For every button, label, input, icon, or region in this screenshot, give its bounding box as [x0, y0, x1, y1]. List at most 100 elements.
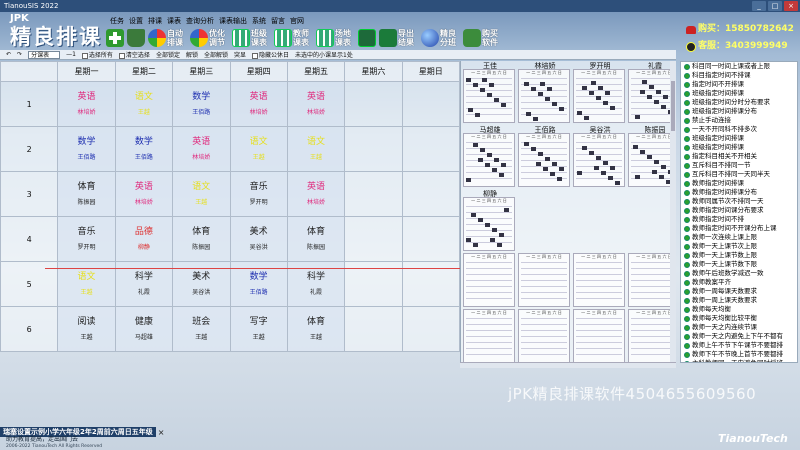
- horizontal-scrollbar[interactable]: [460, 362, 676, 368]
- rule-item[interactable]: 教师每天均衡: [681, 305, 797, 314]
- teacher-mini-schedule[interactable]: 一 二 三 四 五 六 日: [628, 253, 676, 307]
- rule-item[interactable]: 教师一天上课节数上限: [681, 251, 797, 260]
- scroll-thumb[interactable]: [671, 81, 675, 131]
- table-type-dropdown[interactable]: 分课表: [28, 50, 61, 59]
- schedule-cell[interactable]: 英语 林培娇: [172, 126, 231, 172]
- select-all-option[interactable]: 选择所有: [81, 50, 113, 59]
- toolbar-button[interactable]: [127, 29, 145, 47]
- toolbar-button[interactable]: 购买软件: [463, 29, 502, 47]
- hide-holiday-option[interactable]: 隐藏公休日: [252, 50, 289, 59]
- schedule-cell[interactable]: 音乐 罗开明: [57, 216, 116, 262]
- rule-item[interactable]: 互斥科目不排同一天同半天: [681, 170, 797, 179]
- rule-item[interactable]: 教师一天之内连续节课: [681, 323, 797, 332]
- schedule-cell[interactable]: 体育 陈振园: [286, 216, 346, 262]
- schedule-cell[interactable]: 健康 马超雄: [114, 306, 174, 352]
- schedule-cell[interactable]: [401, 126, 461, 172]
- rule-item[interactable]: 教师午后班数学减迟一致: [681, 269, 797, 278]
- teacher-mini-schedule[interactable]: 一 二 三 四 五 六 日: [573, 69, 625, 123]
- minimize-icon[interactable]: _: [752, 1, 766, 11]
- toolbar-button[interactable]: 场地课表: [316, 29, 355, 47]
- schedule-cell[interactable]: [344, 81, 403, 127]
- rule-item[interactable]: 教师一次连续上课上限: [681, 233, 797, 242]
- schedule-cell[interactable]: 数学 王佰路: [172, 81, 231, 127]
- menu-item[interactable]: 官网: [290, 16, 304, 26]
- rule-item[interactable]: 禁止手动连接: [681, 116, 797, 125]
- teacher-mini-schedule[interactable]: 一 二 三 四 五 六 日: [628, 69, 676, 123]
- rule-item[interactable]: 指定时间不开排课: [681, 80, 797, 89]
- rule-item[interactable]: 教师指定时间不排: [681, 215, 797, 224]
- rule-item[interactable]: 班级指定时间排课: [681, 134, 797, 143]
- unlock-button[interactable]: 解锁: [186, 50, 198, 59]
- lock-all-button[interactable]: 全部锁定: [156, 50, 180, 59]
- toolbar-button[interactable]: 教师课表: [274, 29, 313, 47]
- schedule-cell[interactable]: 体育 陈振园: [172, 216, 231, 262]
- teacher-mini-schedule[interactable]: 一 二 三 四 五 六 日: [463, 253, 515, 307]
- toolbar-button[interactable]: 班级课表: [232, 29, 271, 47]
- rule-item[interactable]: 班级指定时间排课: [681, 143, 797, 152]
- teacher-mini-schedule[interactable]: 一 二 三 四 五 六 日: [463, 309, 515, 363]
- rule-item[interactable]: 教师指定时间不开课分布上课: [681, 224, 797, 233]
- schedule-cell[interactable]: 英语 林培娇: [286, 171, 346, 217]
- tab-close-icon[interactable]: ×: [158, 428, 165, 437]
- rule-item[interactable]: 教师指定时间课分布要求: [681, 206, 797, 215]
- rule-item[interactable]: 教师一周上课天数要求: [681, 296, 797, 305]
- rule-item[interactable]: 教师指定时间排课分布: [681, 188, 797, 197]
- schedule-cell[interactable]: [401, 306, 461, 352]
- rule-item[interactable]: 教师一天上课节次上限: [681, 242, 797, 251]
- schedule-cell[interactable]: [344, 126, 403, 172]
- teacher-mini-schedule[interactable]: 一 二 三 四 五 六 日: [518, 133, 570, 187]
- vertical-scrollbar[interactable]: [670, 61, 676, 363]
- menu-item[interactable]: 课表输出: [219, 16, 247, 26]
- schedule-cell[interactable]: [344, 306, 403, 352]
- schedule-cell[interactable]: 音乐 罗开明: [229, 171, 288, 217]
- menu-item[interactable]: 查询分析: [186, 16, 214, 26]
- teacher-mini-schedule[interactable]: 一 二 三 四 五 六 日: [518, 69, 570, 123]
- rule-item[interactable]: 班级指定时间分时分布要求: [681, 98, 797, 107]
- menu-item[interactable]: 系统: [252, 16, 266, 26]
- schedule-cell[interactable]: 写字 王越: [229, 306, 288, 352]
- schedule-cell[interactable]: 体育 陈振园: [57, 171, 116, 217]
- teacher-mini-schedule[interactable]: 一 二 三 四 五 六 日: [463, 133, 515, 187]
- schedule-cell[interactable]: 语文 王越: [172, 171, 231, 217]
- toolbar-button[interactable]: 自动排课: [148, 29, 187, 47]
- menu-item[interactable]: 设置: [129, 16, 143, 26]
- toolbar-button[interactable]: 导出结果: [379, 29, 418, 47]
- schedule-cell[interactable]: [401, 171, 461, 217]
- schedule-cell[interactable]: 体育 王越: [286, 306, 346, 352]
- rule-item[interactable]: 教师每天均衡比较平衡: [681, 314, 797, 323]
- menu-item[interactable]: 任务: [110, 16, 124, 26]
- rule-item[interactable]: 科目指定时间不排课: [681, 71, 797, 80]
- teacher-mini-schedule[interactable]: 一 二 三 四 五 六 日: [628, 309, 676, 363]
- teacher-mini-schedule[interactable]: 一 二 三 四 五 六 日: [573, 253, 625, 307]
- schedule-cell[interactable]: 英语 林培娇: [114, 171, 174, 217]
- schedule-cell[interactable]: 语文 王越: [229, 126, 288, 172]
- clear-selection-option[interactable]: 清空选择: [118, 50, 150, 59]
- rule-item[interactable]: 科目同一时间上课或者上限: [681, 62, 797, 71]
- teacher-mini-schedule[interactable]: 一 二 三 四 五 六 日: [628, 133, 676, 187]
- toolbar-button[interactable]: 精良分班: [421, 29, 460, 47]
- teacher-mini-schedule[interactable]: 一 二 三 四 五 六 日: [573, 133, 625, 187]
- teacher-mini-schedule[interactable]: 一 二 三 四 五 六 日: [463, 69, 515, 123]
- redo-icon[interactable]: ↷: [17, 51, 22, 58]
- toolbar-button[interactable]: [358, 29, 376, 47]
- schedule-cell[interactable]: [344, 171, 403, 217]
- schedule-cell[interactable]: 品德 柳静: [114, 216, 174, 262]
- maximize-icon[interactable]: □: [768, 1, 782, 11]
- schedule-cell[interactable]: 班会 王越: [172, 306, 231, 352]
- rule-item[interactable]: 教师下午不节晚上首节不要都排: [681, 350, 797, 359]
- rule-item[interactable]: 指定科目相关不开相关: [681, 152, 797, 161]
- rule-item[interactable]: 教师同属节次不排同一天: [681, 197, 797, 206]
- rule-item[interactable]: 教师一天上课节数下限: [681, 260, 797, 269]
- toolbar-button[interactable]: 优化调节: [190, 29, 229, 47]
- teacher-mini-schedule[interactable]: 一 二 三 四 五 六 日: [463, 197, 515, 251]
- schedule-cell[interactable]: 数学 王佰路: [57, 126, 116, 172]
- schedule-cell[interactable]: 英语 林培娇: [57, 81, 116, 127]
- rule-item[interactable]: 教师上午不节下午课节不要都排: [681, 341, 797, 350]
- rule-item[interactable]: 教师指定时间排课: [681, 179, 797, 188]
- rule-item[interactable]: 主科教师同一天内避免同时授班: [681, 359, 797, 362]
- unlock-all-button[interactable]: 全部解锁: [204, 50, 228, 59]
- undo-icon[interactable]: ↶: [6, 51, 11, 58]
- rule-item[interactable]: 班级指定时间排课分布: [681, 107, 797, 116]
- teacher-mini-schedule[interactable]: 一 二 三 四 五 六 日: [518, 253, 570, 307]
- schedule-cell[interactable]: 数学 王佰路: [114, 126, 174, 172]
